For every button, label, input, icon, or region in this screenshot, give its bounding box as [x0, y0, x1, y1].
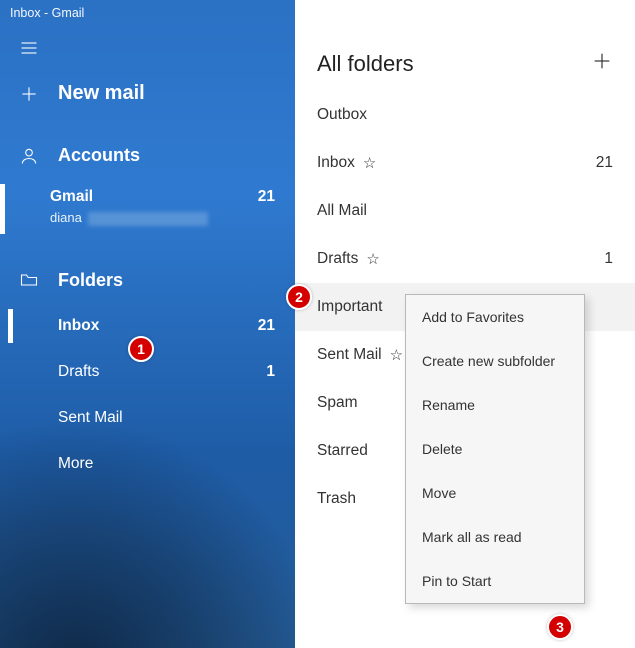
star-icon[interactable]: ☆ [366, 250, 379, 268]
person-icon [18, 146, 40, 166]
star-icon[interactable]: ☆ [363, 154, 376, 172]
add-folder-button[interactable] [591, 50, 613, 77]
folder-label: Drafts [317, 250, 358, 268]
accounts-label: Accounts [58, 145, 140, 166]
folder-label: Starred [317, 442, 368, 460]
folder-label: Inbox [317, 154, 355, 172]
sidebar-folder-list: Inbox 21 Drafts 1 Sent Mail More [0, 303, 295, 487]
folder-item-outbox[interactable]: Outbox [295, 91, 635, 139]
redacted-text [88, 212, 208, 226]
account-email: diana [50, 210, 275, 226]
annotation-badge-3: 3 [547, 614, 573, 640]
accounts-header[interactable]: Accounts [0, 115, 295, 178]
folders-label: Folders [58, 270, 123, 291]
ctx-item-delete[interactable]: Delete [406, 427, 584, 471]
ctx-item-create-new-subfolder[interactable]: Create new subfolder [406, 339, 584, 383]
account-name: Gmail [50, 188, 93, 206]
folder-item-all-mail[interactable]: All Mail [295, 187, 635, 235]
panel-title: All folders [317, 51, 414, 77]
folder-item-drafts[interactable]: Drafts ☆ 1 [295, 235, 635, 283]
plus-icon [18, 84, 40, 104]
folder-label: Spam [317, 394, 358, 412]
folder-label: Outbox [317, 106, 367, 124]
new-mail-button[interactable]: New mail [0, 62, 295, 115]
account-item-gmail[interactable]: Gmail 21 diana [0, 178, 295, 240]
hamburger-icon [18, 38, 40, 58]
folder-label: Sent Mail [317, 346, 382, 364]
sidebar-item-more[interactable]: More [8, 441, 295, 487]
folders-header[interactable]: Folders [0, 240, 295, 303]
plus-icon [591, 59, 613, 76]
ctx-item-mark-all-as-read[interactable]: Mark all as read [406, 515, 584, 559]
folder-label: All Mail [317, 202, 367, 220]
window-title: Inbox - Gmail [0, 0, 295, 22]
folder-label: Important [317, 298, 382, 316]
ctx-item-pin-to-start[interactable]: Pin to Start [406, 559, 584, 603]
folder-item-inbox[interactable]: Inbox ☆ 21 [295, 139, 635, 187]
sidebar-item-sent-mail[interactable]: Sent Mail [8, 395, 295, 441]
account-count: 21 [258, 188, 275, 206]
context-menu: Add to FavoritesCreate new subfolderRena… [405, 294, 585, 604]
folder-icon [18, 270, 40, 290]
new-mail-label: New mail [58, 82, 145, 105]
folder-label: Trash [317, 490, 356, 508]
folder-count: 21 [596, 154, 613, 172]
ctx-item-rename[interactable]: Rename [406, 383, 584, 427]
hamburger-button[interactable] [0, 22, 295, 62]
annotation-badge-1: 1 [128, 336, 154, 362]
annotation-badge-2: 2 [286, 284, 312, 310]
ctx-item-move[interactable]: Move [406, 471, 584, 515]
sidebar: Inbox - Gmail New mail Accounts Gmail 21… [0, 0, 295, 648]
ctx-item-add-to-favorites[interactable]: Add to Favorites [406, 295, 584, 339]
folder-count: 1 [604, 250, 613, 268]
star-icon[interactable]: ☆ [390, 346, 403, 364]
